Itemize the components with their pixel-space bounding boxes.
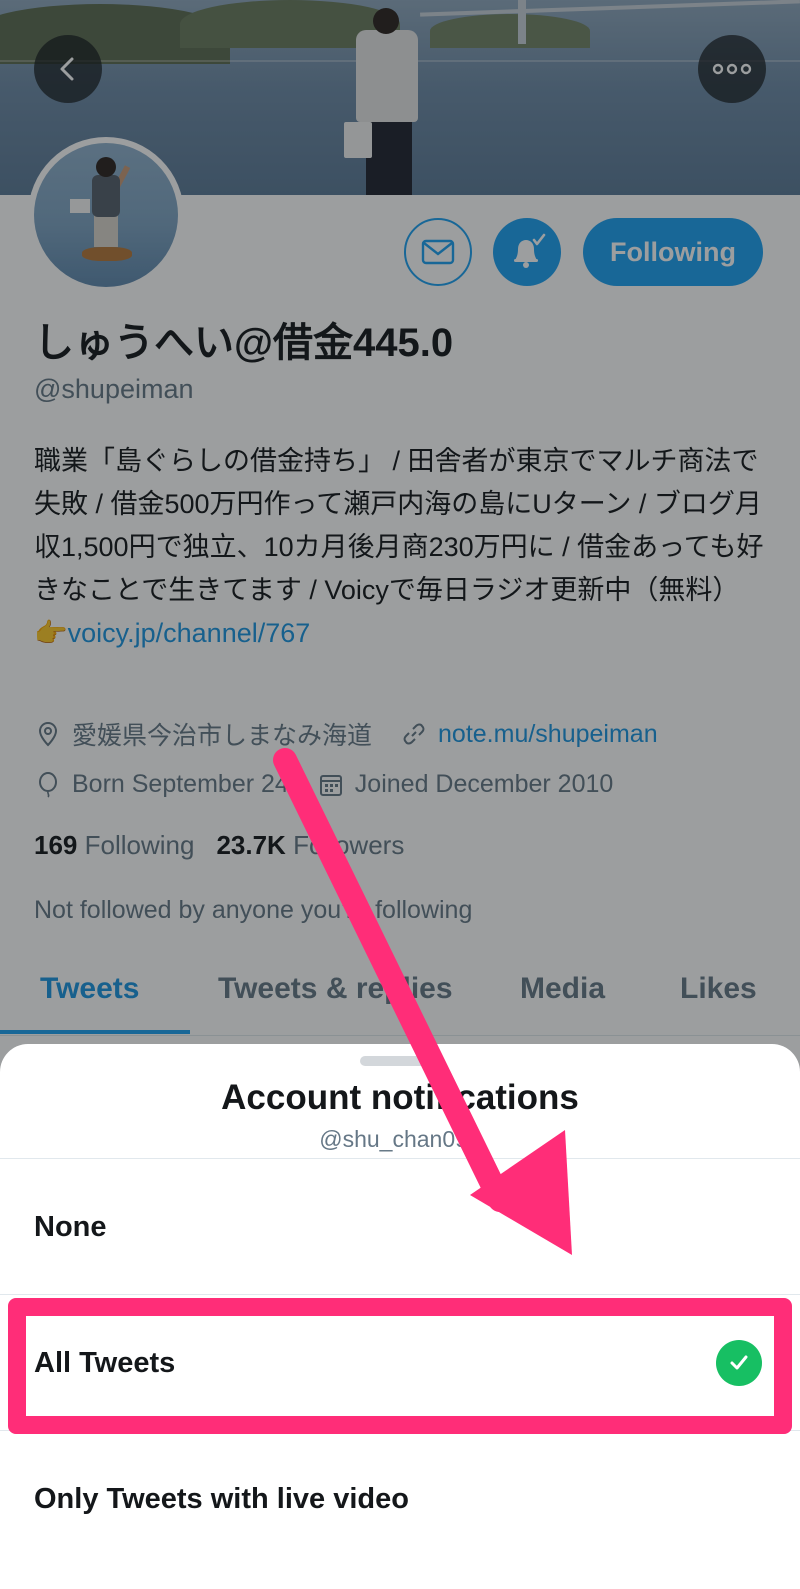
option-label: None xyxy=(34,1210,107,1243)
option-none[interactable]: None xyxy=(0,1160,800,1294)
sheet-title: Account notifications xyxy=(221,1078,579,1117)
divider xyxy=(0,1294,800,1295)
sheet-subtitle: @shu_chan092 xyxy=(319,1126,481,1152)
highlight-box-annotation xyxy=(8,1298,792,1434)
option-label: Only Tweets with live video xyxy=(34,1482,409,1515)
divider xyxy=(0,1158,800,1159)
option-live-video[interactable]: Only Tweets with live video xyxy=(0,1432,800,1566)
sheet-grabber[interactable] xyxy=(360,1056,440,1066)
